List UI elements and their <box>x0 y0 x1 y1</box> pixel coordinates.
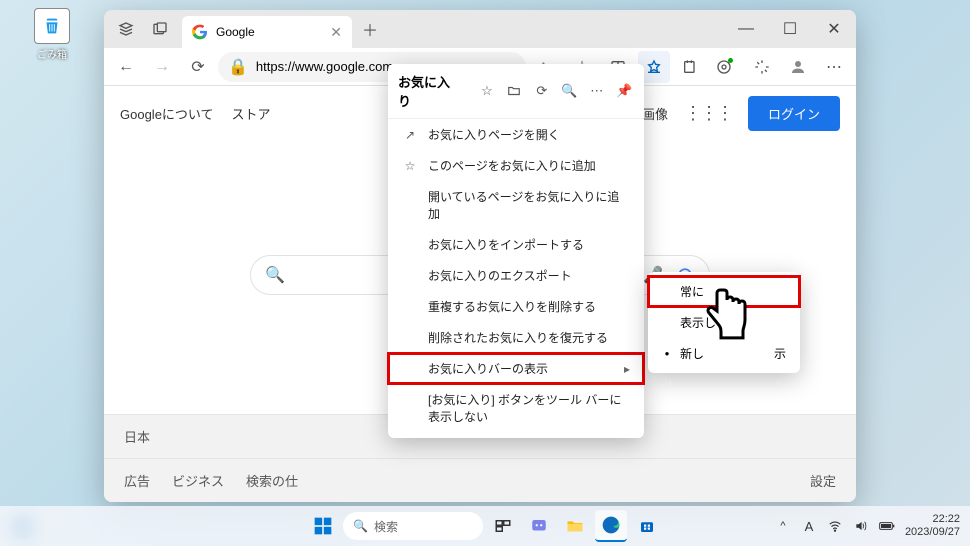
footer-how[interactable]: 検索の仕 <box>246 471 298 490</box>
ime-icon[interactable]: A <box>801 518 817 534</box>
recycle-icon <box>34 8 70 44</box>
menu-add-page[interactable]: ☆このページをお気に入りに追加 <box>388 150 644 181</box>
footer-country: 日本 <box>124 427 150 446</box>
tab-close-icon[interactable]: ✕ <box>330 24 342 41</box>
taskbar: 🔍検索 ^ A 22:22 2023/09/27 <box>0 506 970 546</box>
favorites-title: お気に入り <box>398 72 461 110</box>
sync-icon[interactable]: ⟳ <box>532 81 551 101</box>
menu-restore[interactable]: ·削除されたお気に入りを復元する <box>388 322 644 353</box>
workspaces-icon[interactable] <box>112 15 140 43</box>
search-icon: 🔍 <box>265 265 285 285</box>
google-store-link[interactable]: ストア <box>232 104 271 123</box>
profile-icon[interactable] <box>782 51 814 83</box>
chat-icon[interactable] <box>523 510 555 542</box>
submenu-never[interactable]: 表示しな <box>648 307 800 338</box>
menu-open-favorites[interactable]: ↗お気に入りページを開く <box>388 119 644 150</box>
star-plus-icon: ☆ <box>402 158 418 174</box>
footer-ads[interactable]: 広告 <box>124 471 150 490</box>
menu-remove-dupes[interactable]: ·重複するお気に入りを削除する <box>388 291 644 322</box>
google-about-link[interactable]: Googleについて <box>120 104 214 123</box>
search-favorites-icon[interactable]: 🔍 <box>560 81 579 101</box>
favorites-header: お気に入り ☆ ⟳ 🔍 ⋯ 📌 <box>388 64 644 119</box>
performance-icon[interactable] <box>746 51 778 83</box>
menu-add-open-pages[interactable]: ·開いているページをお気に入りに追加 <box>388 181 644 229</box>
new-tab-button[interactable]: ＋ <box>356 15 384 43</box>
forward-button[interactable]: → <box>146 51 178 83</box>
titlebar: Google ✕ ＋ ― ☐ ✕ <box>104 10 856 48</box>
footer-business[interactable]: ビジネス <box>172 471 224 490</box>
edge-taskbar-icon[interactable] <box>595 510 627 542</box>
recycle-label: ごみ箱 <box>28 46 76 61</box>
taskbar-clock[interactable]: 22:22 2023/09/27 <box>905 513 960 539</box>
chevron-right-icon: ▸ <box>624 362 630 376</box>
back-button[interactable]: ← <box>110 51 142 83</box>
menu-import[interactable]: ·お気に入りをインポートする <box>388 229 644 260</box>
explorer-icon[interactable] <box>559 510 591 542</box>
google-images-link[interactable]: 画像 <box>642 104 668 123</box>
tab-title: Google <box>216 25 255 39</box>
extensions-icon[interactable] <box>710 51 742 83</box>
favorites-panel: お気に入り ☆ ⟳ 🔍 ⋯ 📌 ↗お気に入りページを開く ☆このページをお気に入… <box>388 64 644 438</box>
search-icon: 🔍 <box>353 519 368 533</box>
google-favicon-icon <box>192 24 208 40</box>
maximize-button[interactable]: ☐ <box>768 10 812 48</box>
minimize-button[interactable]: ― <box>724 10 768 48</box>
collections-icon[interactable] <box>674 51 706 83</box>
add-favorite-icon[interactable]: ☆ <box>477 81 496 101</box>
wifi-icon[interactable] <box>827 518 843 534</box>
menu-export[interactable]: ·お気に入りのエクスポート <box>388 260 644 291</box>
tab-actions-icon[interactable] <box>146 15 174 43</box>
external-icon: ↗ <box>402 127 418 143</box>
start-button[interactable] <box>307 510 339 542</box>
more-options-icon[interactable]: ⋯ <box>587 81 606 101</box>
browser-tab[interactable]: Google ✕ <box>182 16 352 48</box>
lock-icon: 🔒 <box>228 57 248 77</box>
footer-settings[interactable]: 設定 <box>810 471 836 490</box>
menu-show-bar[interactable]: ·お気に入りバーの表示▸ <box>388 353 644 384</box>
desktop-recycle-bin[interactable]: ごみ箱 <box>28 8 76 61</box>
taskbar-search[interactable]: 🔍検索 <box>343 512 483 540</box>
show-bar-submenu: 常に 表示しな ●新し示 <box>648 272 800 373</box>
submenu-newtab[interactable]: ●新し示 <box>648 338 800 369</box>
submenu-always[interactable]: 常に <box>648 276 800 307</box>
menu-hide-button[interactable]: ·[お気に入り] ボタンをツール バーに表示しない <box>388 384 644 432</box>
close-window-button[interactable]: ✕ <box>812 10 856 48</box>
pin-icon[interactable]: 📌 <box>615 81 634 101</box>
store-icon[interactable] <box>631 510 663 542</box>
refresh-button[interactable]: ⟳ <box>182 51 214 83</box>
menu-icon[interactable]: ⋯ <box>818 51 850 83</box>
task-view-icon[interactable] <box>487 510 519 542</box>
add-folder-icon[interactable] <box>505 81 524 101</box>
apps-grid-icon[interactable]: ⋮⋮⋮ <box>684 103 732 124</box>
tray-chevron-icon[interactable]: ^ <box>775 518 791 534</box>
battery-icon[interactable] <box>879 518 895 534</box>
volume-icon[interactable] <box>853 518 869 534</box>
login-button[interactable]: ログイン <box>748 96 840 131</box>
